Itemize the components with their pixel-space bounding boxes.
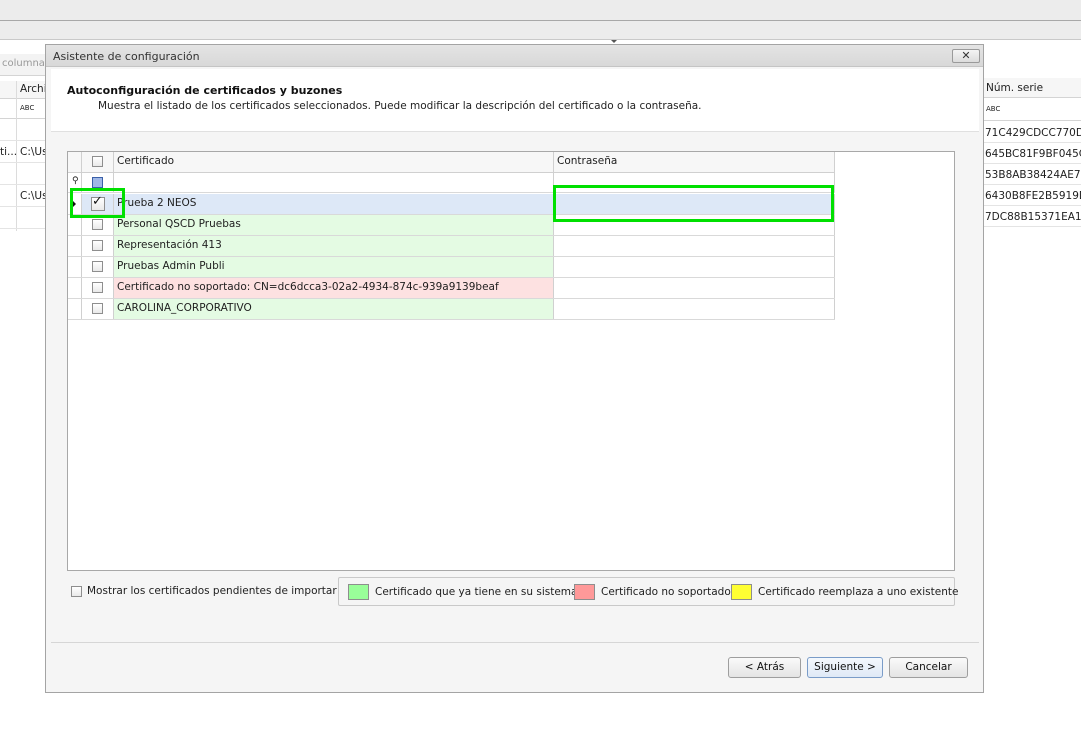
wizard-header-panel: Autoconfiguración de certificados y buzo… <box>51 69 979 132</box>
select-all-header[interactable] <box>82 152 114 173</box>
certificate-name-cell[interactable]: CAROLINA_CORPORATIVO <box>114 299 554 319</box>
row-checkbox[interactable] <box>92 282 103 293</box>
column-header-label: Archi <box>20 83 47 95</box>
password-cell[interactable] <box>554 278 835 298</box>
certificate-name-cell[interactable]: Representación 413 <box>114 236 554 256</box>
column-filter[interactable]: ABC <box>0 100 46 119</box>
column-header-archivo[interactable]: Archi <box>0 81 47 99</box>
wizard-heading: Autoconfiguración de certificados y buzo… <box>67 84 343 97</box>
legend-swatch-unsupported <box>574 584 595 600</box>
certificate-row[interactable]: Certificado no soportado: CN=dc6dcca3-02… <box>68 278 835 299</box>
table-row[interactable]: ti... C:\Us <box>0 142 46 163</box>
wizard-subheading: Muestra el listado de los certificados s… <box>98 100 702 112</box>
certificate-row[interactable]: CAROLINA_CORPORATIVO <box>68 299 835 320</box>
color-legend: Certificado que ya tiene en su sistema C… <box>338 577 959 606</box>
splitter-arrow-icon <box>611 40 617 43</box>
password-cell[interactable] <box>554 257 835 277</box>
column-header-num-serie[interactable]: Núm. serie <box>984 78 1081 98</box>
row-indicator <box>68 299 82 319</box>
dialog-titlebar[interactable]: Asistente de configuración ✕ <box>46 45 983 67</box>
table-row[interactable]: 7DC88B15371EA18 <box>984 206 1081 227</box>
certificate-name-cell[interactable]: Certificado no soportado: CN=dc6dcca3-02… <box>114 278 554 298</box>
back-button[interactable]: < Atrás <box>728 657 801 678</box>
row-checkbox[interactable] <box>92 261 103 272</box>
dialog-title: Asistente de configuración <box>53 50 200 63</box>
password-cell[interactable] <box>554 236 835 256</box>
table-row[interactable] <box>0 120 46 141</box>
highlight-checkbox <box>70 188 125 218</box>
row-checkbox[interactable] <box>92 303 103 314</box>
config-wizard-dialog: Asistente de configuración ✕ Autoconfigu… <box>45 44 984 693</box>
legend-label-unsupported: Certificado no soportado <box>601 586 731 598</box>
abc-filter-icon: ABC <box>20 104 35 112</box>
certificate-name-cell[interactable]: Personal QSCD Pruebas <box>114 215 554 235</box>
close-button[interactable]: ✕ <box>952 49 980 63</box>
row-indicator <box>68 215 82 235</box>
row-checkbox[interactable] <box>92 219 103 230</box>
table-row[interactable]: 6430B8FE2B5919D <box>984 185 1081 206</box>
legend-label-existing: Certificado que ya tiene en su sistema <box>375 586 578 598</box>
certificate-name-cell[interactable]: Pruebas Admin Publi <box>114 257 554 277</box>
table-row[interactable] <box>0 164 46 185</box>
certificate-name-cell[interactable]: Prueba 2 NEOS <box>114 194 554 214</box>
table-row[interactable]: 71C429CDCC770DC <box>984 122 1081 143</box>
row-indicator <box>68 236 82 256</box>
show-pending-label: Mostrar los certificados pendientes de i… <box>87 585 337 597</box>
legend-label-replaces: Certificado reemplaza a uno existente <box>758 586 959 598</box>
background-toolbar <box>0 0 1081 40</box>
certificate-row[interactable]: Representación 413 <box>68 236 835 257</box>
row-indicator-header <box>68 152 82 173</box>
table-row[interactable]: 645BC81F9BF045C9 <box>984 143 1081 164</box>
table-row[interactable]: 53B8AB38424AE77A <box>984 164 1081 185</box>
abc-filter-icon: ABC <box>986 105 1001 113</box>
table-row[interactable]: C:\Us <box>0 186 46 207</box>
cancel-button[interactable]: Cancelar <box>889 657 968 678</box>
password-cell[interactable] <box>554 299 835 319</box>
show-pending-checkbox[interactable] <box>71 586 82 597</box>
background-right-grid: Núm. serie ABC 71C429CDCC770DC 645BC81F9… <box>984 78 1081 238</box>
table-row[interactable] <box>0 208 46 229</box>
certificate-row[interactable]: Pruebas Admin Publi <box>68 257 835 278</box>
background-left-grid: columna Archi ABC ti... C:\Us C:\Us <box>0 54 47 234</box>
row-indicator <box>68 257 82 277</box>
legend-swatch-existing <box>348 584 369 600</box>
group-by-header: columna <box>0 54 46 76</box>
select-all-checkbox[interactable] <box>92 156 103 167</box>
indeterminate-checkbox[interactable] <box>92 177 103 188</box>
legend-swatch-replaces <box>731 584 752 600</box>
column-header-contrasena[interactable]: Contraseña <box>554 152 835 173</box>
column-filter[interactable]: ABC <box>984 99 1081 121</box>
row-checkbox[interactable] <box>92 240 103 251</box>
next-button[interactable]: Siguiente > <box>807 657 883 678</box>
row-indicator <box>68 278 82 298</box>
highlight-password-field <box>553 185 834 222</box>
column-header-certificado[interactable]: Certificado <box>114 152 554 173</box>
pin-icon: ⚲ <box>72 176 79 186</box>
